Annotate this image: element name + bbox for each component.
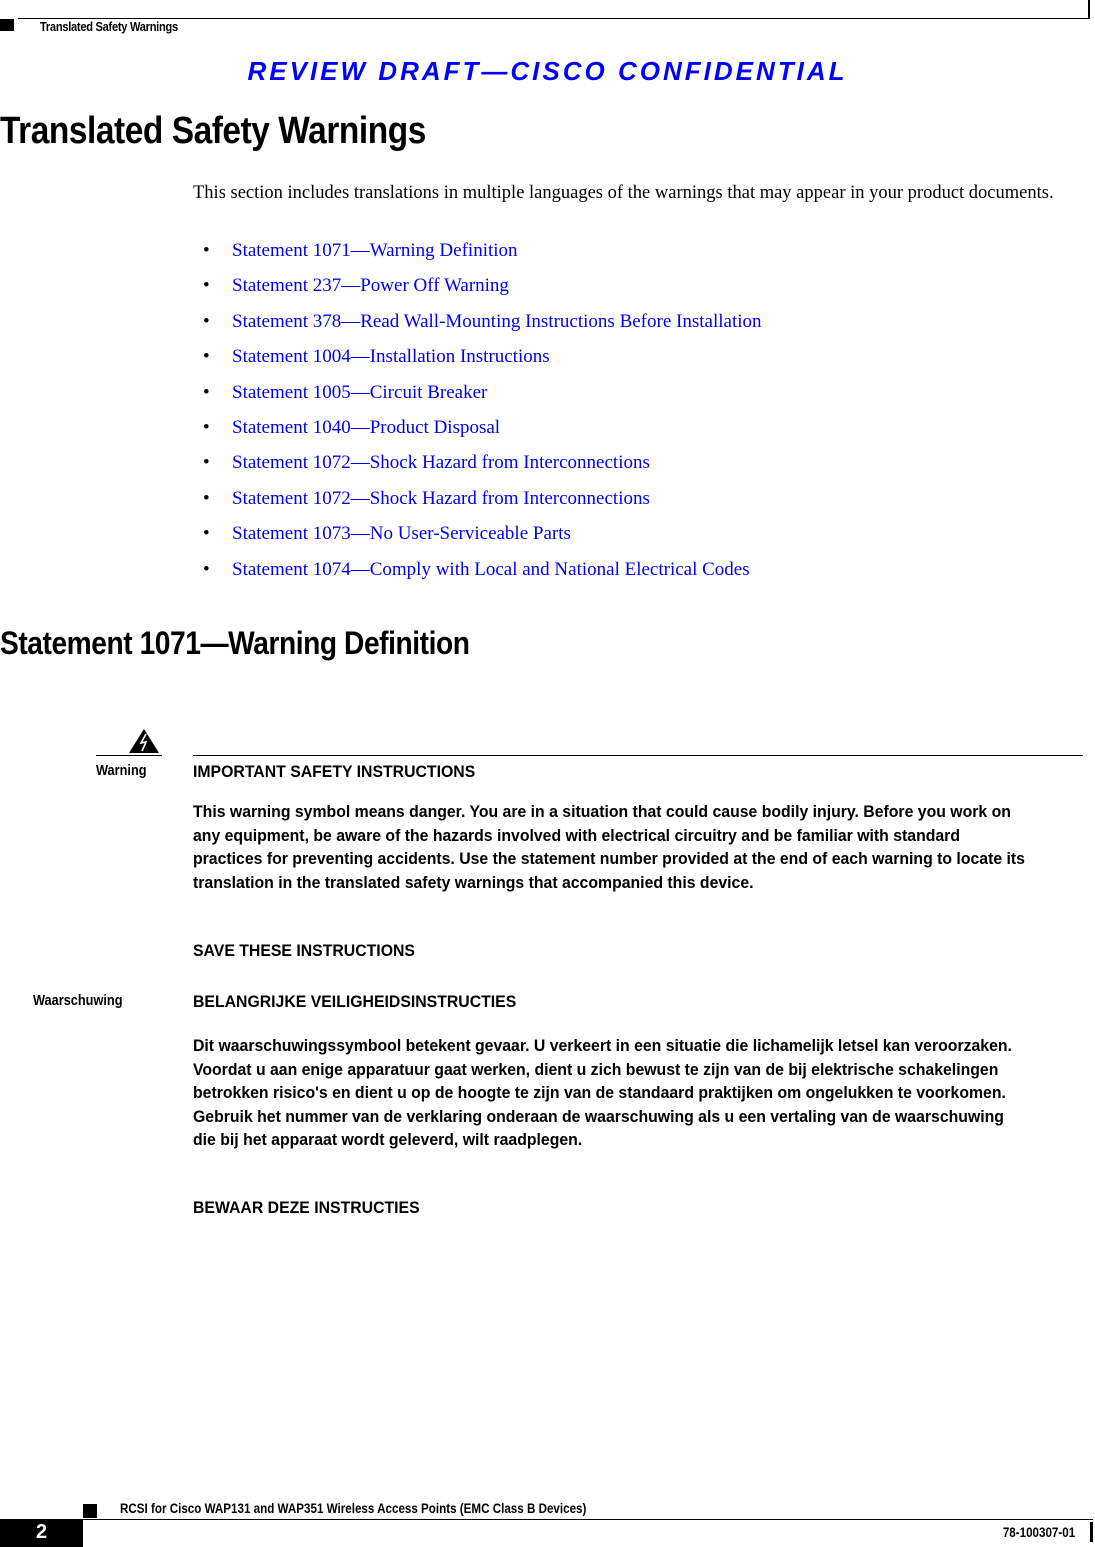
bullet-icon: • [203, 310, 210, 332]
warning-footer: SAVE THESE INSTRUCTIONS [193, 941, 415, 960]
bullet-icon: • [203, 523, 210, 545]
header-marker [0, 19, 14, 31]
draft-banner: REVIEW DRAFT—CISCO CONFIDENTIAL [247, 56, 848, 86]
page-number: 2 [35, 1521, 48, 1543]
header-rule-end [1088, 0, 1090, 19]
list-item: • Statement 1071—Warning Definition [203, 238, 762, 273]
warning-heading: IMPORTANT SAFETY INSTRUCTIONS [193, 762, 476, 781]
bullet-icon: • [203, 416, 210, 438]
footer-rule-end [1090, 1522, 1093, 1542]
warning-heading: BELANGRIJKE VEILIGHEIDSINSTRUCTIES [193, 992, 517, 1011]
footer-marker [83, 1504, 97, 1518]
warning-triangle-lightning-icon [129, 729, 159, 753]
statement-link[interactable]: Statement 1072—Shock Hazard from Interco… [232, 450, 650, 485]
warning-language-label: Waarschuwing [33, 992, 123, 1009]
footer-doc-number: 78-100307-01 [1002, 1524, 1075, 1540]
intro-paragraph: This section includes translations in mu… [193, 183, 1054, 203]
running-header: Translated Safety Warnings [40, 19, 178, 34]
warning-body: This warning symbol means danger. You ar… [193, 802, 1025, 892]
bullet-icon: • [203, 381, 210, 403]
statement-link[interactable]: Statement 1004—Installation Instructions [232, 344, 550, 379]
bullet-icon: • [203, 452, 210, 474]
statement-link[interactable]: Statement 378—Read Wall-Mounting Instruc… [232, 309, 762, 344]
section-title: Statement 1071—Warning Definition [0, 625, 470, 661]
list-item: • Statement 237—Power Off Warning [203, 273, 762, 308]
list-item: • Statement 1040—Product Disposal [203, 415, 762, 450]
warning-body: Dit waarschuwingssymbool betekent gevaar… [193, 1036, 1012, 1149]
list-item: • Statement 1072—Shock Hazard from Interc… [203, 450, 762, 485]
list-item: • Statement 1004—Installation Instruction… [203, 344, 762, 379]
list-item: • Statement 1074—Comply with Local and Na… [203, 557, 762, 592]
statement-link[interactable]: Statement 1071—Warning Definition [232, 238, 518, 273]
statement-link[interactable]: Statement 1073—No User-Serviceable Parts [232, 521, 571, 556]
list-item: • Statement 1073—No User-Serviceable Part… [203, 521, 762, 556]
statement-link[interactable]: Statement 1072—Shock Hazard from Interco… [232, 486, 650, 521]
warning-rule-left [96, 755, 162, 756]
statement-link[interactable]: Statement 1040—Product Disposal [232, 415, 500, 450]
statement-link[interactable]: Statement 1005—Circuit Breaker [232, 380, 487, 415]
bullet-icon: • [203, 275, 210, 297]
list-item: • Statement 1005—Circuit Breaker [203, 380, 762, 415]
list-item: • Statement 1072—Shock Hazard from Interc… [203, 486, 762, 521]
warning-rule-right [193, 755, 1083, 756]
statement-link[interactable]: Statement 237—Power Off Warning [232, 273, 509, 308]
bullet-icon: • [203, 240, 210, 261]
list-item: • Statement 378—Read Wall-Mounting Instru… [203, 309, 762, 344]
bullet-icon: • [203, 487, 210, 509]
bullet-icon: • [203, 558, 210, 580]
footer-doc-title: RCSI for Cisco WAP131 and WAP351 Wireles… [120, 1500, 587, 1516]
footer-rule [83, 1519, 1093, 1520]
warning-language-label: Warning [96, 762, 147, 779]
page-title: Translated Safety Warnings [0, 110, 426, 152]
bullet-icon: • [203, 346, 210, 368]
header-rule [18, 18, 1090, 19]
statement-link[interactable]: Statement 1074—Comply with Local and Nat… [232, 557, 750, 592]
statement-link-list: • Statement 1071—Warning Definition • Stat… [203, 238, 762, 592]
warning-footer: BEWAAR DEZE INSTRUCTIES [193, 1198, 420, 1217]
